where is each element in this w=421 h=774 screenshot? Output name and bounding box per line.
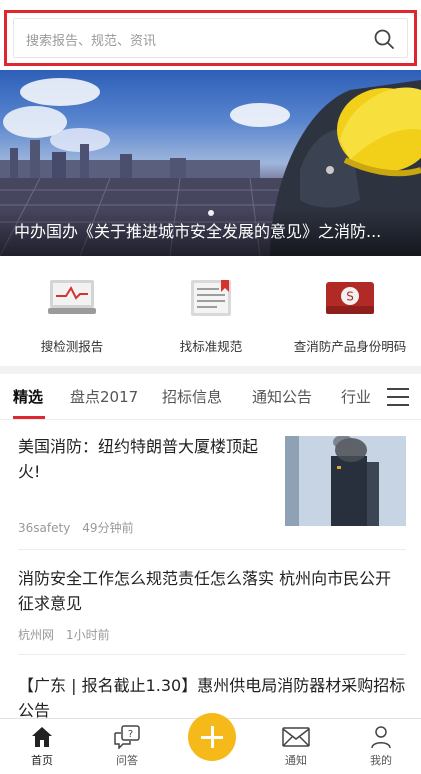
news-title: 消防安全工作怎么规范责任怎么落实 杭州向市民公开征求意见: [18, 569, 392, 613]
nav-home[interactable]: 首页: [12, 725, 72, 768]
category-tabs: 精选 盘点2017 招标信息 通知公告 行业: [0, 374, 421, 420]
report-monitor-icon: [48, 280, 96, 314]
menu-icon[interactable]: [387, 388, 409, 406]
quick-entry-label: 找标准规范: [179, 339, 243, 354]
bottom-navigation: 首页 ? 问答 通知 我的: [0, 713, 421, 774]
user-icon: [371, 726, 391, 749]
news-list: 美国消防：纽约特朗普大厦楼顶起火! 36safety 49分钟前 消防安全工作怎么…: [0, 420, 421, 720]
news-item[interactable]: 消防安全工作怎么规范责任怎么落实 杭州向市民公开征求意见 杭州网 1小时前: [18, 550, 406, 655]
standard-document-icon: [191, 280, 231, 316]
nav-label: 问答: [116, 754, 138, 767]
tab-industry[interactable]: 行业: [341, 386, 371, 407]
quick-entry-product-id[interactable]: S 查消防产品身份明码: [280, 276, 420, 355]
svg-text:?: ?: [128, 729, 133, 740]
news-time: 1小时前: [66, 628, 110, 642]
search-placeholder: 搜索报告、规范、资讯: [26, 34, 157, 49]
news-meta: 杭州网 1小时前: [18, 626, 110, 643]
quick-entry-standard[interactable]: 找标准规范: [141, 276, 281, 355]
news-time: 49分钟前: [82, 521, 134, 535]
nav-label: 首页: [31, 754, 53, 767]
tab-bidding[interactable]: 招标信息: [162, 386, 222, 407]
question-chat-icon: ?: [114, 725, 140, 749]
nav-me[interactable]: 我的: [351, 725, 411, 768]
news-title: 美国消防：纽约特朗普大厦楼顶起火!: [18, 437, 259, 481]
news-thumbnail: [285, 436, 406, 526]
news-thumbnail-image: [285, 436, 406, 526]
news-source: 杭州网: [18, 628, 55, 642]
banner-title[interactable]: 中办国办《关于推进城市安全发展的意见》之消防...: [14, 218, 409, 242]
search-header: 搜索报告、规范、资讯: [0, 0, 421, 70]
section-divider: [0, 366, 421, 374]
home-icon: [32, 727, 52, 747]
add-button[interactable]: [188, 713, 236, 761]
product-id-card-icon: S: [326, 282, 374, 314]
news-source: 36safety: [18, 521, 71, 535]
quick-entry-report[interactable]: 搜检测报告: [2, 276, 142, 355]
search-input[interactable]: 搜索报告、规范、资讯: [13, 18, 408, 58]
news-item[interactable]: 美国消防：纽约特朗普大厦楼顶起火! 36safety 49分钟前: [18, 420, 406, 550]
quick-entries: 搜检测报告 找标准规范 S 查消防产品身份明码: [0, 256, 421, 366]
svg-text:S: S: [346, 290, 354, 304]
news-meta: 36safety 49分钟前: [18, 519, 134, 536]
search-box-highlight: 搜索报告、规范、资讯: [4, 10, 417, 66]
banner-caption: 中办国办《关于推进城市安全发展的意见》之消防...: [0, 208, 421, 256]
nav-label: 通知: [285, 754, 307, 767]
nav-notifications[interactable]: 通知: [266, 725, 326, 768]
tab-notices[interactable]: 通知公告: [252, 386, 312, 407]
search-icon[interactable]: [373, 28, 395, 50]
nav-qa[interactable]: ? 问答: [97, 725, 157, 768]
quick-entry-label: 查消防产品身份明码: [293, 339, 407, 354]
mail-icon: [282, 727, 310, 747]
tab-featured[interactable]: 精选: [13, 386, 43, 407]
banner-carousel[interactable]: 中办国办《关于推进城市安全发展的意见》之消防...: [0, 70, 421, 256]
quick-entry-label: 搜检测报告: [40, 339, 104, 354]
tab-review-2017[interactable]: 盘点2017: [70, 386, 138, 407]
active-tab-indicator: [13, 416, 45, 419]
nav-label: 我的: [370, 754, 392, 767]
news-item[interactable]: 【广东 | 报名截止1.30】惠州供电局消防器材采购招标公告: [18, 655, 406, 720]
